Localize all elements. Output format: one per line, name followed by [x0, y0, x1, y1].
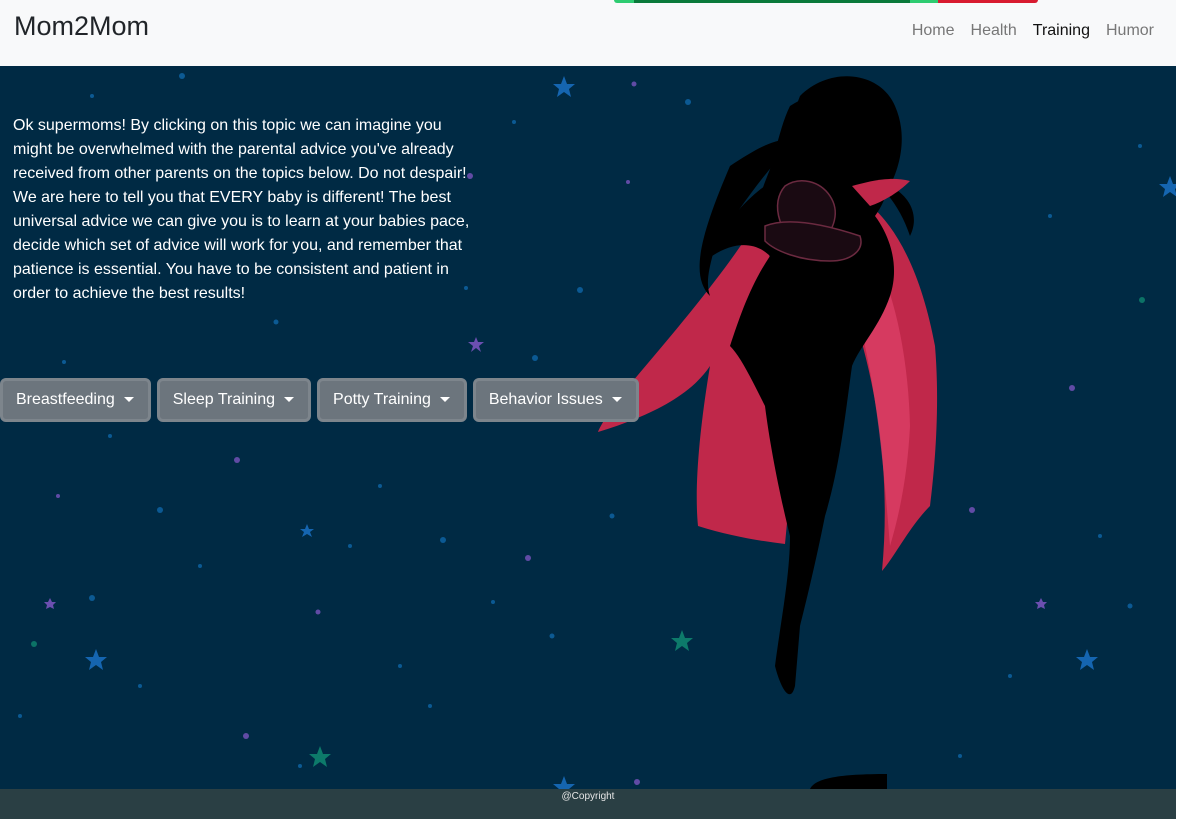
potty-training-dropdown[interactable]: Potty Training — [317, 378, 467, 422]
nav-links: Home Health Training Humor — [912, 22, 1154, 40]
supermom-illustration — [598, 76, 938, 789]
top-color-strip — [614, 0, 1038, 3]
sleep-training-label: Sleep Training — [172, 391, 276, 408]
caret-down-icon — [439, 396, 450, 402]
caret-down-icon — [284, 396, 295, 402]
breastfeeding-label: Breastfeeding — [16, 391, 115, 408]
star-icon — [553, 76, 575, 97]
behavior-issues-dropdown[interactable]: Behavior Issues — [472, 378, 639, 422]
topic-dropdowns: Breastfeeding Sleep Training Potty Train… — [0, 378, 639, 422]
navbar: Mom2Mom Home Health Training Humor — [0, 0, 1180, 66]
copyright-text: @Copyright — [561, 791, 615, 802]
window-edge — [1176, 0, 1180, 819]
nav-item-home[interactable]: Home — [912, 22, 955, 40]
behavior-issues-label: Behavior Issues — [488, 391, 603, 408]
nav-item-training[interactable]: Training — [1033, 22, 1090, 40]
caret-down-icon — [611, 396, 622, 402]
intro-text: Ok supermoms! By clicking on this topic … — [13, 117, 470, 302]
nav-item-health[interactable]: Health — [971, 22, 1017, 40]
sleep-training-dropdown[interactable]: Sleep Training — [156, 378, 312, 422]
brand-logo[interactable]: Mom2Mom — [14, 11, 149, 42]
caret-down-icon — [123, 396, 134, 402]
hero-section: Ok supermoms! By clicking on this topic … — [0, 66, 1176, 789]
potty-training-label: Potty Training — [333, 391, 431, 408]
nav-item-humor[interactable]: Humor — [1106, 22, 1154, 40]
footer: @Copyright — [0, 789, 1176, 819]
breastfeeding-dropdown[interactable]: Breastfeeding — [0, 378, 151, 422]
